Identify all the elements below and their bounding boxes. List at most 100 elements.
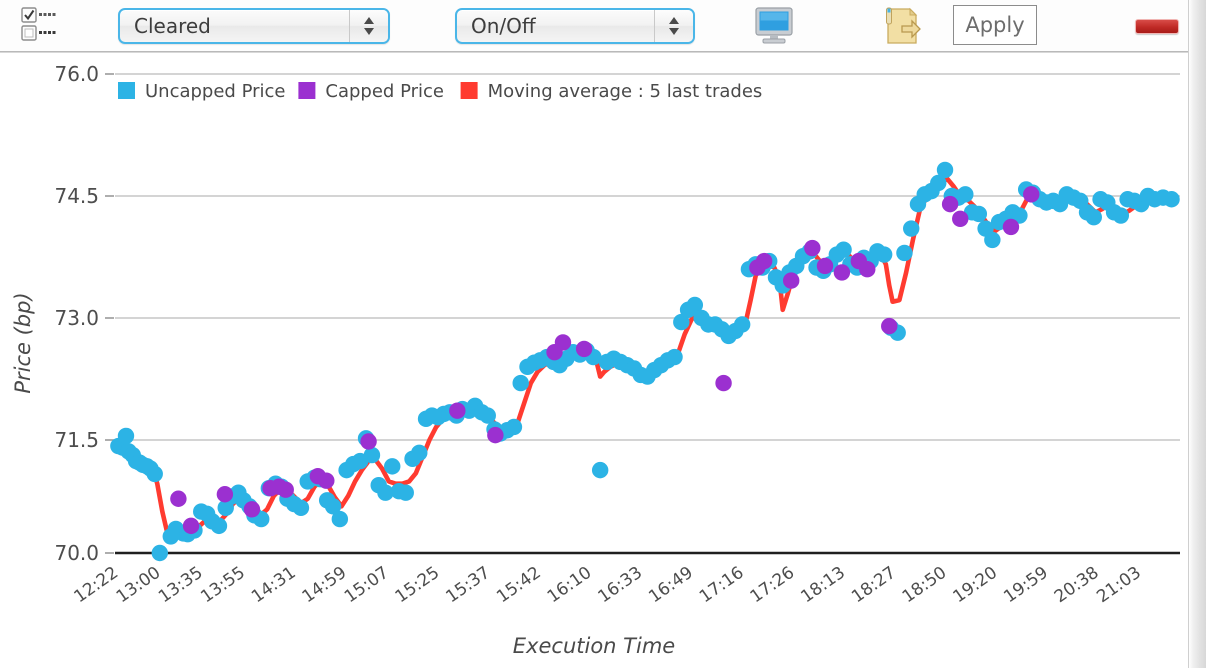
data-point[interactable] [816,257,834,275]
data-point[interactable] [733,316,751,333]
apply-button[interactable]: Apply [953,5,1037,45]
data-point[interactable] [397,484,414,501]
data-point[interactable] [449,402,466,419]
red-pill-button[interactable] [1135,19,1179,34]
x-tick-label: 17:26 [747,563,799,607]
x-tick-label: 16:49 [645,563,697,607]
checklist-icon[interactable] [20,5,62,45]
export-document-icon[interactable] [878,4,926,48]
data-point[interactable] [411,444,428,462]
data-point[interactable] [210,517,228,535]
data-point[interactable] [384,458,401,475]
legend-label: Moving average : 5 last trades [488,81,763,102]
x-tick-label: 15:07 [341,563,393,607]
toolbar: Cleared On/Off Apply [0,0,1188,52]
data-point[interactable] [505,418,523,436]
chart-canvas: 70.0 71.5 73.0 74.5 76.0 12:2213:0013:3513:5… [11,62,1180,658]
legend-swatch [460,82,478,99]
onoff-filter-select[interactable]: On/Off [455,8,695,44]
legend-label: Capped Price [325,81,444,102]
data-point[interactable] [182,517,200,535]
data-point[interactable] [859,261,876,278]
data-point[interactable] [243,501,261,518]
data-point[interactable] [360,433,377,450]
data-point[interactable] [952,210,969,227]
x-tick-label: 16:33 [595,563,647,607]
x-tick-label: 18:50 [899,563,951,607]
data-point[interactable] [941,195,959,213]
chart-legend: Uncapped Price Capped Price Moving average… [118,81,762,102]
y-tick-label: 71.5 [54,428,99,452]
cleared-filter-select[interactable]: Cleared [118,8,390,44]
data-point[interactable] [833,264,851,281]
y-tick-label: 70.0 [54,541,99,565]
data-point[interactable] [117,427,135,445]
cleared-filter-value: Cleared [134,14,211,38]
y-tick-label: 73.0 [54,306,99,330]
x-tick-label: 13:55 [197,563,249,607]
x-tick-label: 13:00 [113,563,165,607]
y-axis-ticks: 70.0 71.5 73.0 74.5 76.0 [54,62,114,565]
data-point[interactable] [835,241,852,258]
apply-button-label: Apply [965,13,1025,37]
x-tick-label: 15:25 [392,563,444,607]
data-point[interactable] [896,244,913,262]
data-point[interactable] [216,486,234,503]
y-tick-label: 74.5 [54,184,99,208]
data-point[interactable] [666,348,683,366]
data-point[interactable] [875,246,893,263]
data-point[interactable] [318,472,335,489]
data-point[interactable] [1112,207,1130,224]
chevron-up-icon [364,17,374,24]
legend-swatch [298,82,316,99]
data-point[interactable] [487,426,504,444]
data-point[interactable] [881,317,898,335]
x-tick-label: 17:16 [696,563,748,607]
data-point[interactable] [554,334,572,351]
x-tick-label: 18:27 [848,563,900,607]
data-point[interactable] [512,374,529,392]
data-point[interactable] [292,499,310,516]
data-point[interactable] [936,161,954,179]
data-point[interactable] [755,252,773,270]
data-point[interactable] [903,220,920,237]
vertical-scrollbar[interactable] [1188,0,1206,668]
x-axis-title: Execution Time [513,634,675,658]
data-point[interactable] [170,490,187,507]
data-point[interactable] [970,205,988,223]
x-tick-label: 18:13 [797,563,849,607]
x-tick-label: 21:03 [1093,563,1145,607]
x-tick-label: 19:20 [950,563,1002,607]
stepper-arrows-icon[interactable] [654,10,693,42]
data-point[interactable] [957,186,974,203]
data-point[interactable] [146,465,163,483]
x-tick-label: 15:42 [493,563,545,607]
x-tick-label: 14:59 [299,563,351,607]
x-tick-label: 19:59 [1000,563,1052,607]
data-point[interactable] [591,461,609,479]
data-point[interactable] [1002,218,1020,236]
data-point[interactable] [1163,191,1180,208]
data-point[interactable] [715,374,732,392]
data-point[interactable] [575,340,593,358]
stepper-arrows-icon[interactable] [349,10,388,42]
data-point[interactable] [151,544,168,562]
onoff-filter-value: On/Off [471,14,536,38]
x-tick-label: 13:35 [155,563,207,607]
x-axis-ticks: 12:2213:0013:3513:55 14:31 14:5915:07 15:25… [70,563,1144,607]
data-point[interactable] [277,481,294,498]
chevron-down-icon [669,28,679,35]
data-point[interactable] [331,510,349,528]
x-tick-label: 14:31 [248,563,300,607]
chevron-up-icon [669,17,679,24]
monitor-icon[interactable] [750,4,798,48]
data-point[interactable] [1023,186,1040,203]
data-point[interactable] [1085,208,1102,226]
data-point[interactable] [804,239,821,257]
y-axis-title: Price (bp) [11,292,35,393]
legend-swatch [118,82,135,99]
x-tick-label: 12:22 [70,563,122,607]
legend-label: Uncapped Price [145,81,286,102]
data-point[interactable] [984,231,1001,249]
data-point[interactable] [782,272,800,289]
